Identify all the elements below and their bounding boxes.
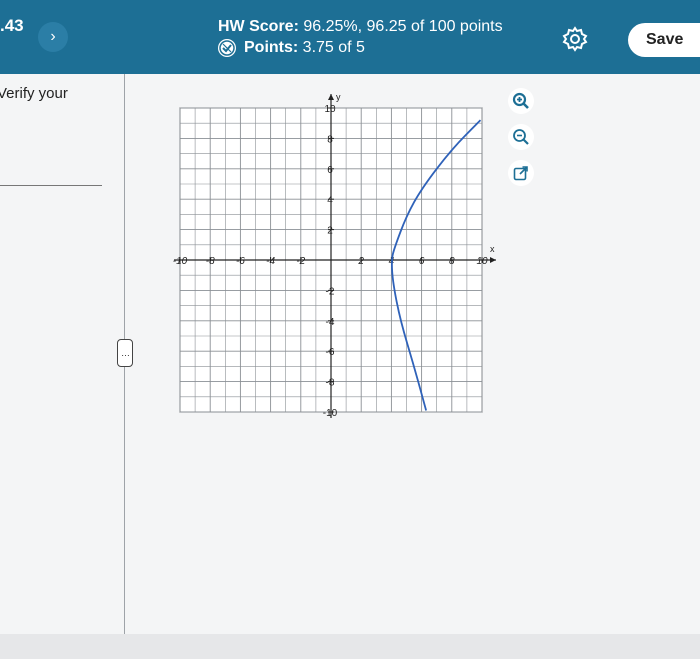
y-tick-label: -2: [326, 286, 335, 297]
points-row: Points: 3.75 of 5: [218, 39, 365, 57]
x-tick-label: -2: [296, 256, 305, 267]
question-column: [0, 74, 125, 634]
zoom-in-button[interactable]: [508, 88, 534, 114]
x-tick-label: -10: [173, 256, 188, 267]
x-tick-label: -4: [266, 256, 275, 267]
more-options-button[interactable]: …: [117, 339, 133, 367]
top-bar: .43 › HW Score: 96.25%, 96.25 of 100 poi…: [0, 0, 700, 74]
save-button[interactable]: Save: [628, 23, 700, 57]
partial-credit-icon: [218, 39, 236, 57]
x-tick-label: 8: [449, 256, 455, 267]
chevron-right-icon: ›: [50, 28, 56, 45]
x-axis-label: x: [490, 244, 495, 254]
zoom-out-icon: [513, 129, 529, 145]
x-axis-arrow: [490, 257, 496, 263]
y-axis-label: y: [336, 92, 341, 102]
hw-score: HW Score: 96.25%, 96.25 of 100 points: [218, 18, 503, 36]
y-tick-label: -4: [326, 317, 335, 328]
y-tick-label: -10: [323, 408, 338, 419]
y-tick-label: -6: [326, 347, 335, 358]
next-question-button[interactable]: ›: [38, 22, 68, 52]
hw-score-label: HW Score:: [218, 18, 299, 35]
points-label: Points:: [244, 39, 299, 56]
zoom-in-icon: [512, 92, 529, 109]
external-link-icon: [513, 166, 528, 181]
bottom-edge: [0, 634, 700, 659]
y-tick-label: 4: [327, 195, 333, 206]
y-tick-label: -8: [326, 378, 335, 389]
popout-button[interactable]: [508, 160, 534, 186]
y-tick-label: 2: [327, 226, 333, 237]
question-number: .43: [0, 16, 24, 35]
graph-svg[interactable]: xy-10 -8 -6 -4 -2 2 4 6 8 10108642-2-4-6-8-10: [160, 84, 500, 420]
y-tick-label: 8: [327, 134, 333, 145]
hw-score-value: 96.25%, 96.25 of 100 points: [303, 18, 503, 35]
graph-area[interactable]: x y -10 -8 -6 -4 -2 2 4 6 8 10 10 8 6 4 2 -2 -4 -6 -8 -10: [160, 84, 500, 425]
x-tick-label: 10: [476, 256, 488, 267]
y-tick-label: 10: [324, 104, 336, 115]
x-tick-label: -8: [206, 256, 215, 267]
points-value: 3.75 of 5: [302, 39, 365, 56]
settings-gear-icon[interactable]: [562, 26, 588, 52]
zoom-out-button[interactable]: [508, 124, 534, 150]
question-text: Verify your: [0, 85, 68, 102]
x-tick-label: 6: [419, 256, 425, 267]
answer-divider: [0, 185, 102, 186]
y-tick-label: 6: [327, 165, 333, 176]
x-tick-label: 2: [357, 256, 364, 267]
y-axis-arrow: [328, 94, 334, 100]
x-tick-label: -6: [236, 256, 245, 267]
